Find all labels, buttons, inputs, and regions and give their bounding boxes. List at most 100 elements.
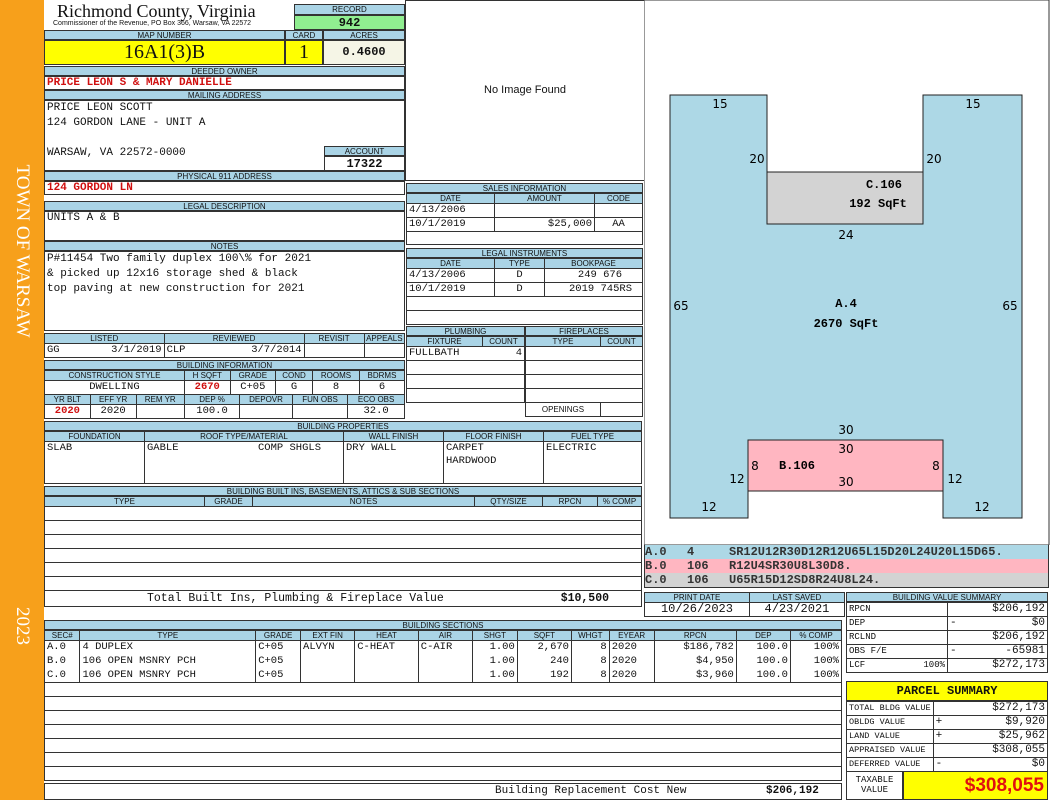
acres-label: ACRES — [323, 30, 405, 40]
card-number: 1 — [285, 40, 323, 65]
sales-table: DATE AMOUNT CODE 4/13/2006 10/1/2019 $25,00… — [406, 193, 643, 245]
section-cell: 2,670 — [516, 640, 572, 655]
section-cell: $4,950 — [653, 654, 737, 669]
deeded-owner: PRICE LEON S & MARY DANIELLE — [47, 77, 232, 89]
sales-label: SALES INFORMATION — [406, 183, 643, 193]
section-cell: C+05 — [255, 654, 302, 669]
note-line: top paving at new construction for 2021 — [47, 283, 305, 295]
svg-text:12: 12 — [729, 472, 744, 486]
svg-text:30: 30 — [838, 442, 853, 456]
office-address: Commissioner of the Revenue, PO Box 366,… — [53, 20, 252, 27]
section-cell: 8 — [570, 668, 610, 683]
empty-row — [44, 766, 842, 781]
svg-text:8: 8 — [932, 459, 940, 473]
section-cell: 2020 — [608, 654, 655, 669]
section-cell: 8 — [570, 640, 610, 655]
sketch-segment: C.0 106 U65R15D12SD8R24U8L24. — [645, 573, 1048, 587]
svg-text:15: 15 — [712, 97, 727, 111]
section-row: C.0 106 OPEN MSNRY PCH C+05 1.00 192 8 2020 $3,… — [43, 668, 843, 683]
note-line: & picked up 12x16 storage shed & black — [47, 268, 298, 280]
sidebar: TOWN OF WARSAW 2023 — [0, 0, 44, 800]
building-sections-table: SEC# TYPE GRADE EXT FIN HEAT AIR SHGT SQFT WHGT E… — [43, 630, 843, 781]
parcel-summary-row: APPRAISED VALUE $308,055 — [846, 743, 1049, 758]
no-image-text: No Image Found — [484, 84, 566, 96]
section-cell: 2020 — [608, 668, 655, 683]
taxable-value-label: TAXABLE VALUE — [846, 771, 903, 800]
section-cell: 106 OPEN MSNRY PCH — [79, 668, 257, 683]
section-cell: C.0 — [43, 668, 81, 683]
svg-text:8: 8 — [751, 459, 759, 473]
section-cell: $3,960 — [653, 668, 737, 683]
section-cell: 1.00 — [471, 640, 518, 655]
value-summary-row: LCF 100% $272,173 — [846, 658, 1048, 673]
svg-text:2670 SqFt: 2670 SqFt — [814, 317, 879, 331]
building-value-summary-label: BUILDING VALUE SUMMARY — [846, 592, 1048, 602]
town-name: TOWN OF WARSAW — [12, 164, 33, 338]
section-cell: 240 — [516, 654, 572, 669]
legal-instruments-label: LEGAL INSTRUMENTS — [406, 248, 643, 258]
dates-table: PRINT DATE LAST SAVED 10/26/2023 4/23/2021 — [644, 592, 846, 617]
section-row: A.0 4 DUPLEX C+05 ALVYN C-HEAT C-AIR 1.00 2,670… — [43, 640, 843, 655]
section-row: B.0 106 OPEN MSNRY PCH C+05 1.00 240 8 2020 $4,… — [43, 654, 843, 669]
section-cell — [300, 654, 356, 669]
section-cell: 100.0 — [735, 654, 791, 669]
svg-text:192 SqFt: 192 SqFt — [849, 197, 907, 211]
svg-text:12: 12 — [974, 500, 989, 514]
parcel-summary-row: DEFERRED VALUE - $0 — [846, 757, 1049, 772]
building-info-label: BUILDING INFORMATION — [44, 360, 405, 370]
section-cell: C-AIR — [417, 640, 473, 655]
card-label: CARD — [285, 30, 323, 40]
sketch-segments: A.0 4 SR12U12R30D12R12U65L15D20L24U20L15D6… — [645, 545, 1048, 587]
section-cell: 1.00 — [471, 668, 518, 683]
section-cell — [417, 654, 473, 669]
builtins-table: TYPE GRADE NOTES QTY/SIZE RPCN% COMP Total B… — [44, 496, 642, 607]
section-cell: 100.0 — [735, 668, 791, 683]
note-line: P#11454 Two family duplex 100\% for 2021 — [47, 253, 312, 265]
acres-value: 0.4600 — [323, 40, 405, 65]
builtins-label: BUILDING BUILT INS, BASEMENTS, ATTICS & … — [44, 486, 642, 496]
physical-address: 124 GORDON LN — [47, 182, 133, 194]
taxable-value: $308,055 — [903, 771, 1048, 800]
section-cell: C+05 — [255, 640, 302, 655]
section-cell — [354, 668, 419, 683]
parcel-summary-row: TOTAL BLDG VALUE $272,173 — [846, 701, 1049, 716]
physical-address-label: PHYSICAL 911 ADDRESS — [44, 171, 405, 181]
building-sketch: 15 15 20 20 24 65 65 30 30 30 8 8 12 12 … — [644, 0, 1050, 545]
empty-row — [44, 682, 842, 697]
replacement-cost-label: Building Replacement Cost New — [495, 785, 687, 797]
svg-text:24: 24 — [838, 228, 853, 242]
section-cell: A.0 — [43, 640, 81, 655]
sketch-segment: B.0 106 R12U4SR30U8L30D8. — [645, 559, 1048, 573]
section-cell: 192 — [516, 668, 572, 683]
section-cell: 100.0 — [735, 640, 791, 655]
value-summary-row: RCLND $206,192 — [846, 630, 1048, 645]
section-cell: C+05 — [255, 668, 302, 683]
notes-label: NOTES — [44, 241, 405, 251]
map-number: 16A1(3)B — [44, 40, 285, 65]
building-info-table-2: YR BLT EFF YR REM YR DEP % DEPOVR FUN OBS ECO … — [44, 394, 405, 419]
sketch-segment: A.0 4 SR12U12R30D12R12U65L15D20L24U20L15D6… — [645, 545, 1048, 559]
svg-text:30: 30 — [838, 475, 853, 489]
svg-text:12: 12 — [701, 500, 716, 514]
value-summary-row: OBS F/E - -65981 — [846, 644, 1048, 659]
mailing-line: WARSAW, VA 22572-0000 — [47, 147, 186, 159]
svg-text:C.106: C.106 — [866, 178, 902, 192]
section-cell — [354, 654, 419, 669]
listing-table: LISTED REVIEWED REVISIT APPEALS GG 3/1/2019 C… — [43, 333, 406, 358]
builtins-total-label: Total Built Ins, Plumbing & Fireplace Va… — [147, 592, 444, 605]
svg-text:65: 65 — [673, 299, 688, 313]
svg-text:20: 20 — [749, 152, 764, 166]
svg-text:A.4: A.4 — [835, 297, 857, 311]
account-label: ACCOUNT — [324, 146, 405, 156]
parcel-summary-row: LAND VALUE + $25,962 — [846, 729, 1049, 744]
value-summary-row: DEP - $0 — [846, 616, 1048, 631]
svg-text:20: 20 — [926, 152, 941, 166]
replacement-cost: $206,192 — [766, 785, 819, 797]
mailing-line: PRICE LEON SCOTT — [47, 102, 153, 114]
county-title: Richmond County, Virginia — [57, 1, 256, 21]
parcel-summary: TOTAL BLDG VALUE $272,173 OBLDG VALUE + $9,9… — [846, 701, 1049, 772]
last-saved: 4/23/2021 — [748, 602, 846, 617]
section-cell: $186,782 — [653, 640, 737, 655]
mailing-line: 124 GORDON LANE - UNIT A — [47, 117, 206, 129]
empty-row — [44, 738, 842, 753]
